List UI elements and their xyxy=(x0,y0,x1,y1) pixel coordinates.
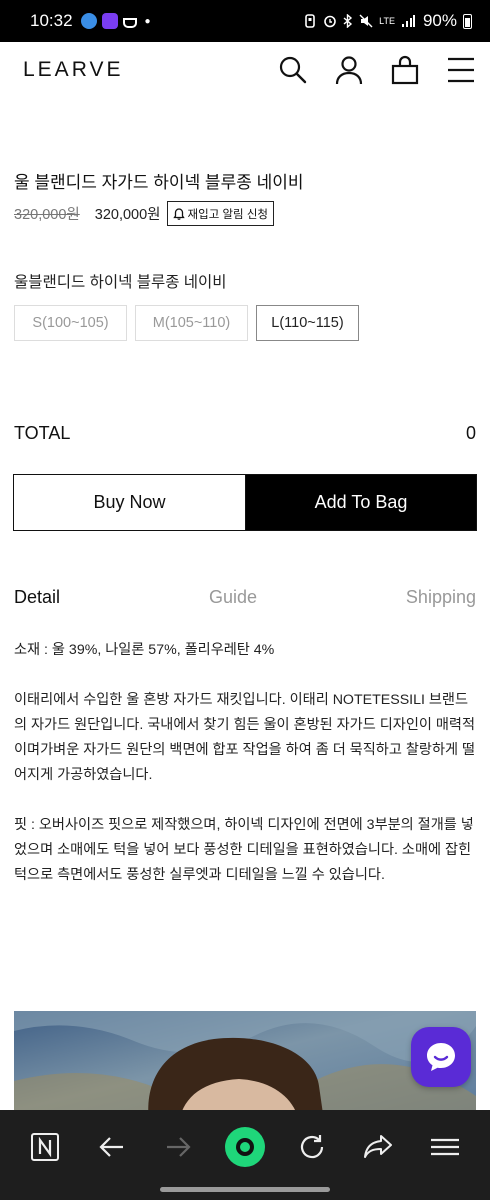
user-icon[interactable] xyxy=(334,55,364,85)
size-option-l[interactable]: L(110~115) xyxy=(256,305,359,341)
restock-alert-button[interactable]: 재입고 알림 신청 xyxy=(166,201,274,226)
share-icon[interactable] xyxy=(357,1126,399,1168)
network-type: LTE xyxy=(379,16,395,26)
alarm-icon xyxy=(324,15,336,28)
cup-icon xyxy=(122,18,137,28)
total-row: TOTAL 0 xyxy=(14,423,476,444)
site-header: LEARVE xyxy=(0,42,490,98)
chat-icon xyxy=(427,1043,455,1071)
signal-icon xyxy=(401,15,415,27)
battery-icon xyxy=(463,13,472,29)
original-price: 320,000원 xyxy=(14,207,80,223)
total-label: TOTAL xyxy=(14,423,71,443)
option-label: 울블랜디드 하이넥 블루종 네이비 xyxy=(14,274,227,291)
green-dot-icon[interactable] xyxy=(224,1126,266,1168)
chat-button[interactable] xyxy=(411,1027,471,1087)
status-time: 10:32 xyxy=(30,11,73,30)
size-option-m[interactable]: M(105~110) xyxy=(135,305,248,341)
fit-text: 핏 : 오버사이즈 핏으로 제작했으며, 하이넥 디자인에 전면에 3부분의 절… xyxy=(14,817,474,883)
brand-logo[interactable]: LEARVE xyxy=(23,58,124,82)
naver-home-icon[interactable] xyxy=(24,1126,66,1168)
menu-lines-icon[interactable] xyxy=(424,1126,466,1168)
forward-arrow-icon xyxy=(157,1126,199,1168)
search-icon[interactable] xyxy=(278,55,308,85)
status-bar: 10:32 ● LTE 90% xyxy=(0,0,490,42)
size-options: S(100~105) M(105~110) L(110~115) xyxy=(14,305,359,341)
restock-alert-label: 재입고 알림 신청 xyxy=(187,208,268,221)
size-option-s[interactable]: S(100~105) xyxy=(14,305,127,341)
mute-icon xyxy=(359,14,373,28)
gesture-home-bar[interactable] xyxy=(160,1187,330,1192)
bell-icon xyxy=(172,207,185,220)
detail-tabs: Detail Guide Shipping xyxy=(14,587,476,608)
battery-percent: 90% xyxy=(422,11,457,30)
app-notification-icon xyxy=(101,13,118,29)
more-notifications-icon: ● xyxy=(144,15,151,27)
product-title: 울 블랜디드 자가드 하이넥 블루종 네이비 xyxy=(14,173,304,192)
menu-icon[interactable] xyxy=(446,55,476,85)
vibrate-icon xyxy=(305,14,315,28)
detail-content: 소재 : 울 39%, 나일론 57%, 폴리우레탄 4% 이태리에서 수입한 … xyxy=(14,638,476,913)
globe-icon xyxy=(80,13,97,29)
product-photo xyxy=(14,1011,476,1121)
price-row: 320,000원 320,000원 재입고 알림 신청 xyxy=(14,201,274,226)
description-text: 이태리에서 수입한 울 혼방 자가드 재킷입니다. 이태리 NOTETESSIL… xyxy=(14,692,476,783)
buy-now-button[interactable]: Buy Now xyxy=(14,475,246,530)
sale-price: 320,000원 xyxy=(94,207,161,223)
refresh-icon[interactable] xyxy=(291,1126,333,1168)
back-arrow-icon[interactable] xyxy=(91,1126,133,1168)
total-value: 0 xyxy=(465,423,476,443)
tab-shipping[interactable]: Shipping xyxy=(406,587,476,608)
tab-guide[interactable]: Guide xyxy=(209,587,257,608)
bag-icon[interactable] xyxy=(390,55,420,85)
bluetooth-icon xyxy=(343,14,353,28)
add-to-bag-button[interactable]: Add To Bag xyxy=(246,475,476,530)
material-text: 소재 : 울 39%, 나일론 57%, 폴리우레탄 4% xyxy=(14,642,275,658)
tab-detail[interactable]: Detail xyxy=(14,587,60,608)
purchase-buttons: Buy Now Add To Bag xyxy=(13,474,477,531)
